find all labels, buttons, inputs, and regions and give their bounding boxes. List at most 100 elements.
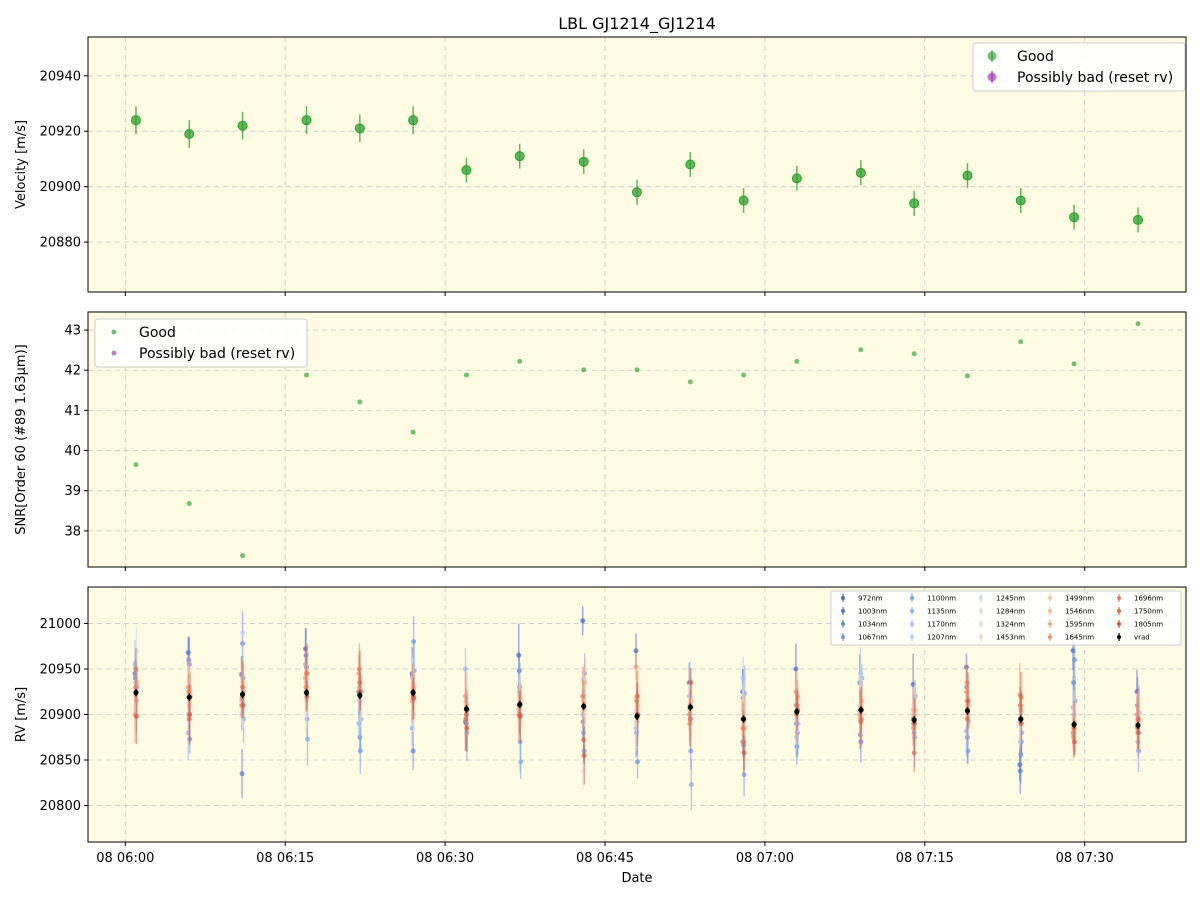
vrad-point xyxy=(687,704,693,710)
data-point-good xyxy=(794,358,800,364)
data-point-good xyxy=(741,372,747,378)
data-point-good xyxy=(1135,321,1141,327)
band-point xyxy=(580,693,586,699)
vrad-point xyxy=(741,716,747,722)
data-point-good xyxy=(964,373,970,379)
data-point-good xyxy=(186,501,192,507)
legend-label: 1546nm xyxy=(1065,608,1094,616)
band-point xyxy=(688,748,694,754)
legend-label: 1696nm xyxy=(1134,595,1163,603)
legend-label: 1135nm xyxy=(927,608,956,616)
band-point xyxy=(633,664,639,670)
band-point xyxy=(133,666,139,672)
vrad-point xyxy=(133,690,139,696)
band-point xyxy=(1072,657,1078,663)
figure: LBL GJ1214_GJ1214 20880 20900 20920 20940 Ve… xyxy=(14,14,1187,886)
legend-label: 1453nm xyxy=(996,634,1025,642)
legend-label: 1595nm xyxy=(1065,621,1094,629)
y-tick-label: 20880 xyxy=(40,236,81,251)
band-point xyxy=(741,750,747,756)
x-tick-label: 08 06:00 xyxy=(96,851,154,866)
y-axis-title: Velocity [m/s] xyxy=(14,120,29,209)
legend-marker xyxy=(987,72,997,82)
x-tick-label: 08 06:45 xyxy=(576,851,634,866)
legend-marker xyxy=(1117,596,1121,600)
data-point-good xyxy=(858,347,864,353)
band-point xyxy=(911,725,917,731)
band-point xyxy=(133,713,139,719)
legend-label: 972nm xyxy=(858,595,883,603)
legend-marker xyxy=(979,622,983,626)
y-tick-label: 40 xyxy=(64,444,81,459)
x-tick-label: 08 07:15 xyxy=(896,851,954,866)
legend-marker xyxy=(841,622,845,626)
data-point-good xyxy=(517,358,523,364)
data-point-good xyxy=(791,173,802,184)
band-point xyxy=(687,716,693,722)
band-point xyxy=(240,630,246,636)
rv-panel: 20800 20850 20900 20950 21000 08 06:00 08 06:1… xyxy=(14,586,1187,866)
legend-label: Good xyxy=(139,325,176,341)
band-point xyxy=(965,698,971,704)
data-point-good xyxy=(687,379,693,385)
vrad-point xyxy=(794,709,800,715)
vrad-point xyxy=(964,708,971,714)
x-axis-title: Date xyxy=(621,871,652,886)
y-tick-label: 41 xyxy=(64,404,81,419)
y-axis-title: SNR[Order 60 (#89 1.63μm)] xyxy=(14,344,29,535)
vrad-point xyxy=(911,717,917,723)
band-point xyxy=(517,713,523,719)
band-point xyxy=(580,618,586,624)
data-point-good xyxy=(184,129,195,140)
band-point xyxy=(1136,730,1142,736)
snr-panel: 38 39 40 41 42 43 SNR[Order 60 (#89 1.63μm)] Go… xyxy=(14,311,1187,571)
data-point-good xyxy=(1015,195,1026,206)
vrad-point xyxy=(303,690,310,696)
vrad-point xyxy=(410,690,416,696)
band-point xyxy=(186,689,192,695)
band-point xyxy=(688,782,694,788)
data-point-good xyxy=(632,187,642,198)
legend-marker xyxy=(111,350,117,356)
data-point-good xyxy=(581,367,587,373)
vrad-point xyxy=(581,703,587,709)
band-point xyxy=(239,771,245,777)
data-point-good xyxy=(301,115,312,126)
y-tick-label: 20950 xyxy=(40,662,81,677)
legend-label: 1170nm xyxy=(927,621,956,629)
data-point-good xyxy=(514,151,525,162)
band-point xyxy=(1072,739,1078,745)
legend-marker xyxy=(1048,596,1052,600)
legend-label: 1750nm xyxy=(1134,608,1163,616)
x-tick-label: 08 06:15 xyxy=(256,851,314,866)
band-point xyxy=(464,725,470,731)
data-point-good xyxy=(463,372,469,378)
vrad-point xyxy=(186,694,192,700)
y-axis-title: RV [m/s] xyxy=(14,687,29,742)
data-point-good xyxy=(855,167,866,178)
vrad-point xyxy=(634,713,640,719)
data-point-good xyxy=(130,115,141,126)
legend-marker xyxy=(910,609,914,613)
vrad-point xyxy=(1135,722,1141,729)
vrad-point xyxy=(357,692,363,698)
legend-marker xyxy=(979,609,983,613)
legend-label: 1245nm xyxy=(996,595,1025,603)
data-point-good xyxy=(911,351,917,357)
legend-label: Possibly bad (reset rv) xyxy=(1017,70,1173,86)
data-point-good xyxy=(354,123,365,134)
legend-label: 1805nm xyxy=(1134,621,1163,629)
legend-marker xyxy=(841,609,845,613)
data-point-good xyxy=(1069,212,1080,223)
band-point xyxy=(633,648,639,654)
data-point-good xyxy=(461,165,472,176)
x-tick-label: 08 06:30 xyxy=(416,851,474,866)
legend-marker xyxy=(1117,609,1121,613)
legend-marker xyxy=(987,51,997,61)
band-point xyxy=(964,680,970,686)
legend-marker xyxy=(910,622,914,626)
data-point-good xyxy=(685,159,696,170)
legend-marker xyxy=(1048,635,1052,639)
band-point xyxy=(305,736,311,742)
band-point xyxy=(304,671,310,677)
